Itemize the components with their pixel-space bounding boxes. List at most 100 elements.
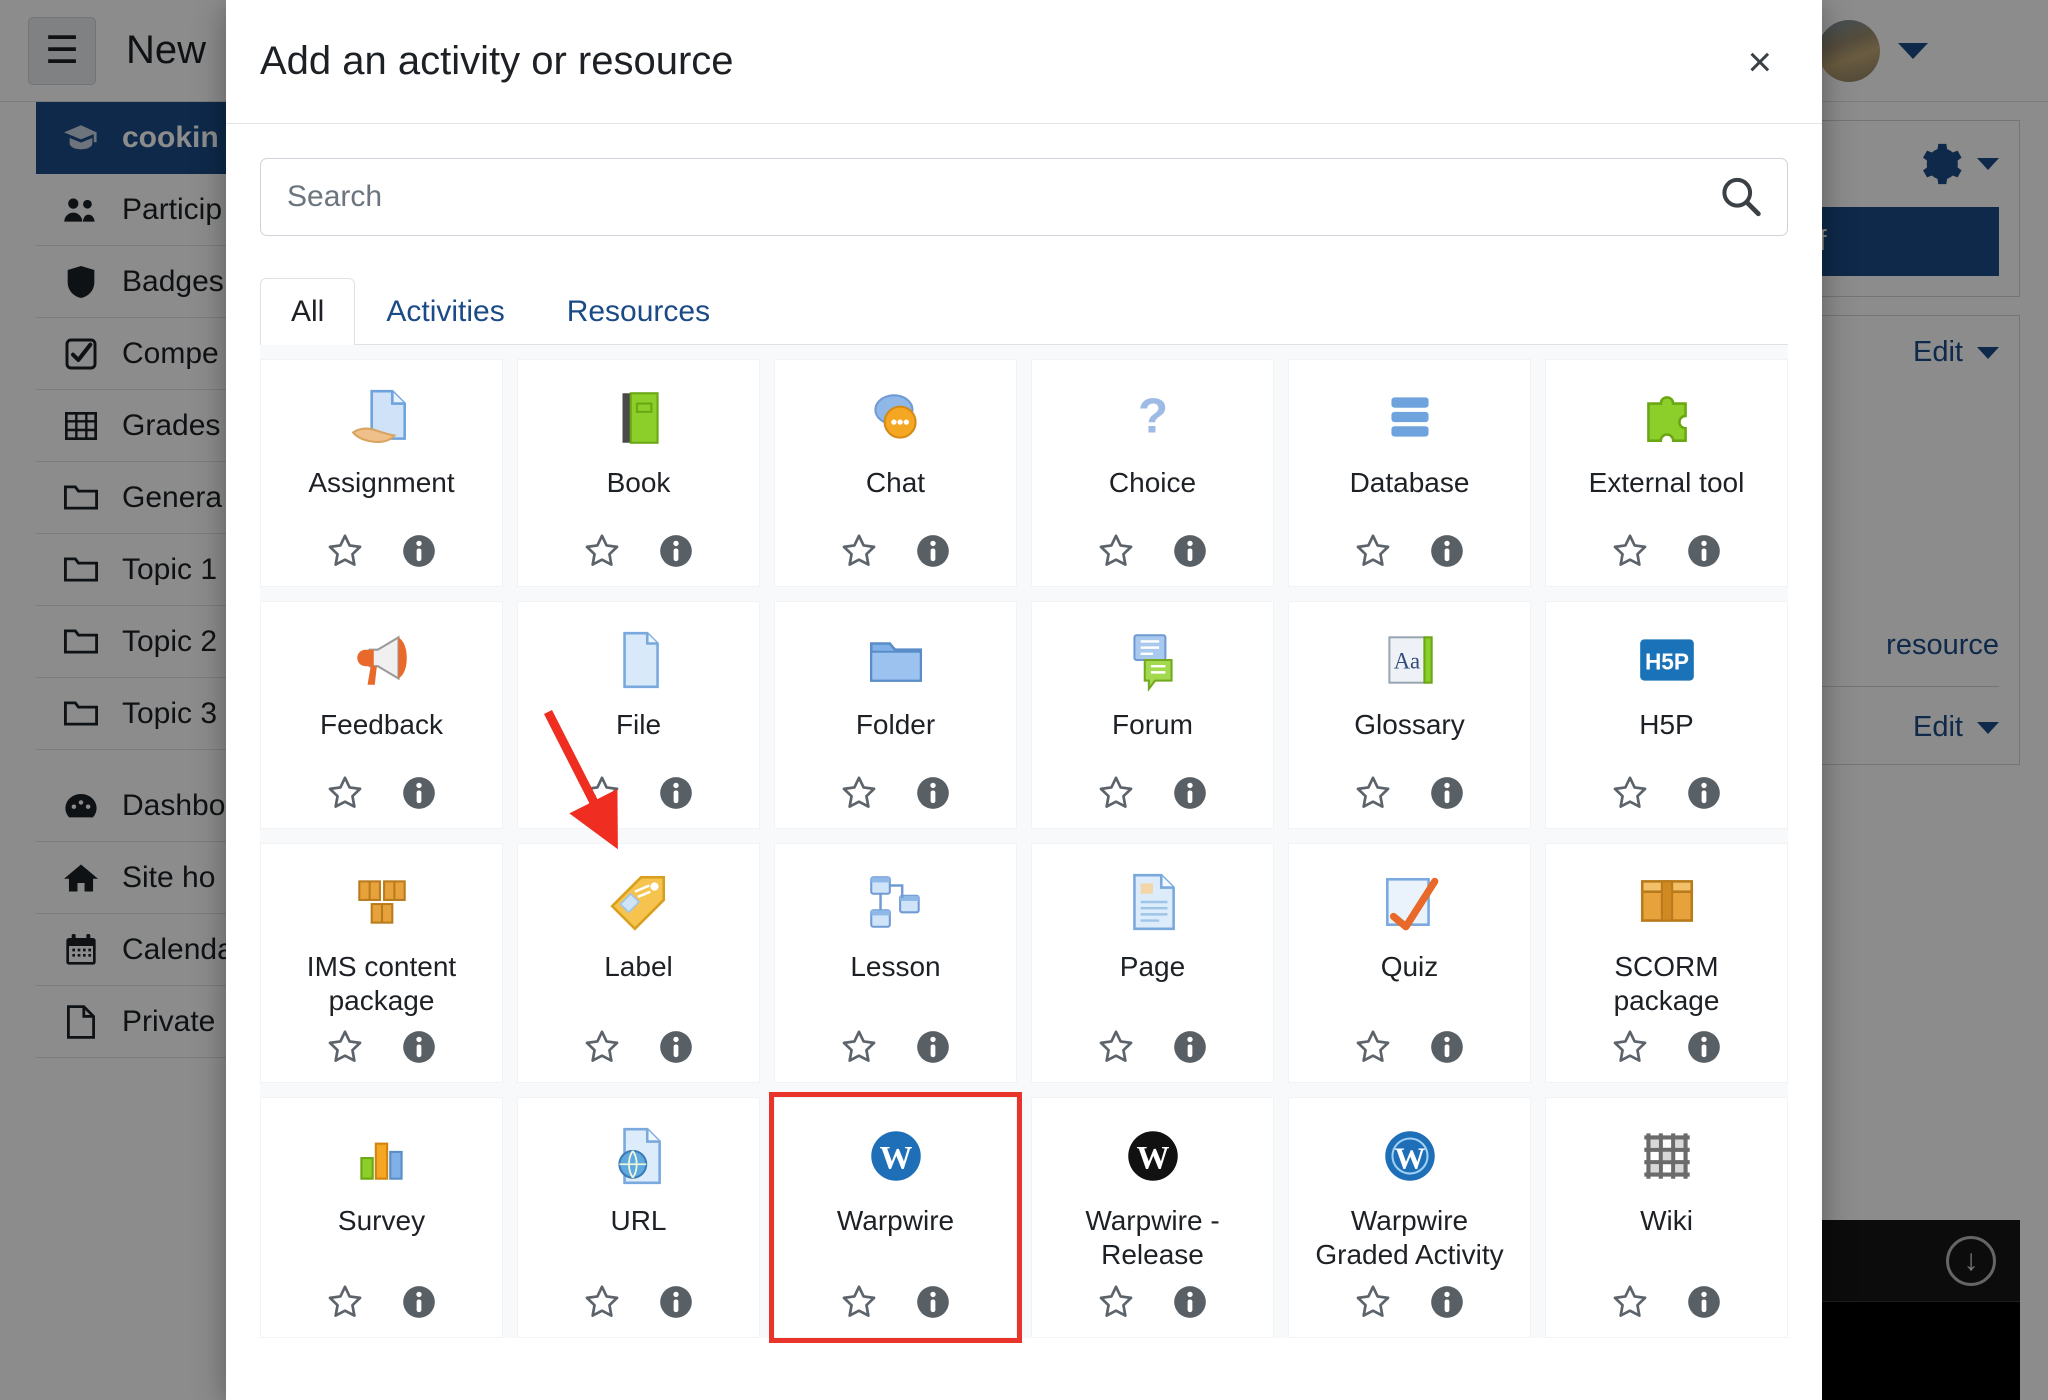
activity-card[interactable]: Book bbox=[517, 359, 760, 587]
info-circle-icon[interactable] bbox=[914, 532, 952, 570]
activity-card[interactable]: H5PH5P bbox=[1545, 601, 1788, 829]
info-circle-icon[interactable] bbox=[1685, 532, 1723, 570]
star-outline-icon[interactable] bbox=[840, 774, 878, 812]
star-outline-icon[interactable] bbox=[583, 774, 621, 812]
activity-card-label: Feedback bbox=[316, 708, 447, 764]
star-outline-icon[interactable] bbox=[840, 1283, 878, 1321]
activity-card-actions bbox=[1354, 1028, 1466, 1066]
activity-card-label: Assignment bbox=[304, 466, 458, 522]
ims-boxes-icon bbox=[349, 864, 415, 940]
activity-card[interactable]: Feedback bbox=[260, 601, 503, 829]
star-outline-icon[interactable] bbox=[1611, 774, 1649, 812]
activity-card[interactable]: URL bbox=[517, 1097, 760, 1337]
activity-card[interactable]: Wiki bbox=[1545, 1097, 1788, 1337]
activity-card-actions bbox=[1097, 774, 1209, 812]
activity-card[interactable]: Forum bbox=[1031, 601, 1274, 829]
activity-card[interactable]: Label bbox=[517, 843, 760, 1083]
activity-card[interactable]: Folder bbox=[774, 601, 1017, 829]
activity-card-actions bbox=[326, 774, 438, 812]
star-outline-icon[interactable] bbox=[326, 1028, 364, 1066]
info-circle-icon[interactable] bbox=[400, 1028, 438, 1066]
star-outline-icon[interactable] bbox=[1611, 532, 1649, 570]
info-circle-icon[interactable] bbox=[1428, 1028, 1466, 1066]
activity-card-label: IMS content package bbox=[269, 950, 494, 1018]
star-outline-icon[interactable] bbox=[1097, 1028, 1135, 1066]
info-circle-icon[interactable] bbox=[657, 532, 695, 570]
star-outline-icon[interactable] bbox=[1354, 1028, 1392, 1066]
activity-card[interactable]: WWarpwire Graded Activity bbox=[1288, 1097, 1531, 1337]
star-outline-icon[interactable] bbox=[326, 1283, 364, 1321]
star-outline-icon[interactable] bbox=[840, 532, 878, 570]
info-circle-icon[interactable] bbox=[914, 774, 952, 812]
star-outline-icon[interactable] bbox=[1354, 774, 1392, 812]
activity-card[interactable]: ?Choice bbox=[1031, 359, 1274, 587]
info-circle-icon[interactable] bbox=[400, 774, 438, 812]
activity-card-actions bbox=[1611, 1283, 1723, 1321]
info-circle-icon[interactable] bbox=[400, 532, 438, 570]
megaphone-icon bbox=[349, 622, 415, 698]
info-circle-icon[interactable] bbox=[1171, 774, 1209, 812]
star-outline-icon[interactable] bbox=[1611, 1028, 1649, 1066]
activity-card[interactable]: File bbox=[517, 601, 760, 829]
close-icon[interactable]: × bbox=[1731, 33, 1788, 91]
activity-card[interactable]: Quiz bbox=[1288, 843, 1531, 1083]
search-input[interactable] bbox=[260, 158, 1788, 236]
tag-label-icon bbox=[606, 864, 672, 940]
info-circle-icon[interactable] bbox=[914, 1028, 952, 1066]
star-outline-icon[interactable] bbox=[583, 1283, 621, 1321]
activity-card[interactable]: External tool bbox=[1545, 359, 1788, 587]
info-circle-icon[interactable] bbox=[1428, 532, 1466, 570]
star-outline-icon[interactable] bbox=[1354, 1283, 1392, 1321]
info-circle-icon[interactable] bbox=[1171, 1283, 1209, 1321]
activity-card[interactable]: WWarpwire bbox=[774, 1097, 1017, 1337]
info-circle-icon[interactable] bbox=[914, 1283, 952, 1321]
activity-card[interactable]: Page bbox=[1031, 843, 1274, 1083]
activity-grid: Assignment Book Chat ?ChoiceDatabase Externa… bbox=[260, 345, 1788, 1338]
add-activity-modal: Add an activity or resource × All Activi… bbox=[226, 0, 1822, 1400]
activity-card-label: Chat bbox=[862, 466, 929, 522]
star-outline-icon[interactable] bbox=[1097, 532, 1135, 570]
star-outline-icon[interactable] bbox=[840, 1028, 878, 1066]
activity-card[interactable]: SCORM package bbox=[1545, 843, 1788, 1083]
star-outline-icon[interactable] bbox=[1354, 532, 1392, 570]
activity-card-actions bbox=[1611, 1028, 1723, 1066]
tab-activities[interactable]: Activities bbox=[355, 278, 535, 345]
tab-all[interactable]: All bbox=[260, 278, 355, 345]
activity-card-label: Folder bbox=[852, 708, 939, 764]
star-outline-icon[interactable] bbox=[326, 774, 364, 812]
info-circle-icon[interactable] bbox=[1171, 1028, 1209, 1066]
star-outline-icon[interactable] bbox=[583, 1028, 621, 1066]
activity-card[interactable]: WWarpwire - Release bbox=[1031, 1097, 1274, 1337]
wiki-weave-icon bbox=[1634, 1118, 1700, 1194]
star-outline-icon[interactable] bbox=[1097, 1283, 1135, 1321]
svg-text:W: W bbox=[879, 1141, 912, 1177]
info-circle-icon[interactable] bbox=[657, 774, 695, 812]
activity-card[interactable]: Chat bbox=[774, 359, 1017, 587]
info-circle-icon[interactable] bbox=[1428, 774, 1466, 812]
activity-card[interactable]: AaGlossary bbox=[1288, 601, 1531, 829]
info-circle-icon[interactable] bbox=[400, 1283, 438, 1321]
info-circle-icon[interactable] bbox=[657, 1028, 695, 1066]
star-outline-icon[interactable] bbox=[1097, 774, 1135, 812]
tab-resources[interactable]: Resources bbox=[536, 278, 741, 345]
activity-card[interactable]: Assignment bbox=[260, 359, 503, 587]
activity-card[interactable]: IMS content package bbox=[260, 843, 503, 1083]
star-outline-icon[interactable] bbox=[1611, 1283, 1649, 1321]
info-circle-icon[interactable] bbox=[1685, 1028, 1723, 1066]
activity-card-label: External tool bbox=[1585, 466, 1749, 522]
modal-header: Add an activity or resource × bbox=[226, 0, 1822, 124]
activity-card[interactable]: Survey bbox=[260, 1097, 503, 1337]
activity-card[interactable]: Database bbox=[1288, 359, 1531, 587]
star-outline-icon[interactable] bbox=[583, 532, 621, 570]
info-circle-icon[interactable] bbox=[657, 1283, 695, 1321]
info-circle-icon[interactable] bbox=[1685, 774, 1723, 812]
star-outline-icon[interactable] bbox=[326, 532, 364, 570]
info-circle-icon[interactable] bbox=[1685, 1283, 1723, 1321]
info-circle-icon[interactable] bbox=[1171, 532, 1209, 570]
activity-card[interactable]: Lesson bbox=[774, 843, 1017, 1083]
search-icon[interactable] bbox=[1718, 174, 1762, 221]
info-circle-icon[interactable] bbox=[1428, 1283, 1466, 1321]
file-page-icon bbox=[606, 622, 672, 698]
book-icon bbox=[606, 380, 672, 456]
warpwire-graded-w-icon: W bbox=[1377, 1118, 1443, 1194]
